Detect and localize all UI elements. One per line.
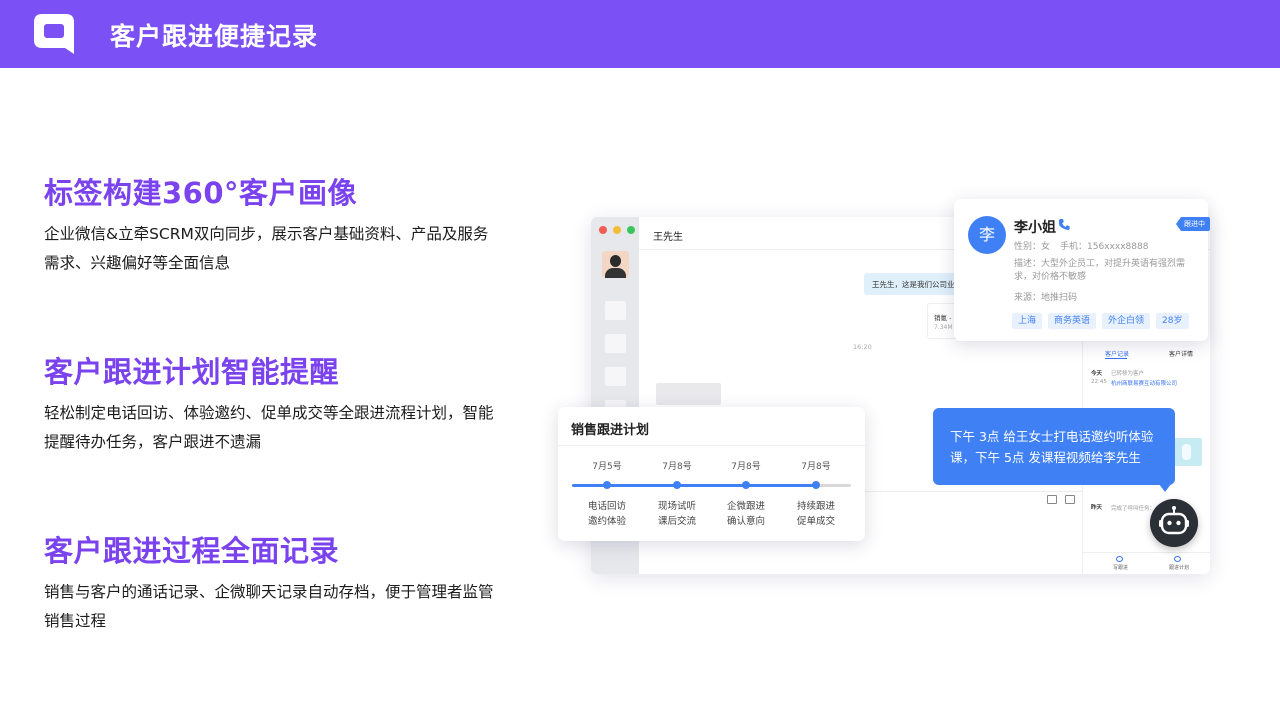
gender-label: 性别： — [1014, 242, 1042, 252]
customer-name: 李小姐 — [1014, 220, 1056, 236]
detail-panel-footer: 写跟进 跟进计划 — [1083, 552, 1210, 574]
feature-followup-reminder: 客户跟进计划智能提醒 轻松制定电话回访、体验邀约、促单成交等全跟进流程计划，智能… — [44, 349, 524, 457]
record-day-label: 今天 — [1091, 371, 1103, 377]
plan-step-text: 企微跟进 确认意向 — [726, 501, 765, 527]
chat-timestamp: 16:20 — [853, 343, 872, 351]
record-title: 完成了呼叫任务： — [1111, 506, 1156, 512]
feature-desc-line: 销售与客户的通话记录、企微聊天记录自动存档，便于管理者监管 — [44, 583, 494, 601]
tag-location[interactable]: 上海 — [1012, 313, 1043, 329]
window-maximize-button[interactable] — [627, 226, 635, 234]
file-card-size: 7.34M — [934, 324, 953, 331]
plan-step-text: 持续跟进 促单成交 — [796, 501, 835, 527]
customer-source: 来源：地推扫码 — [1014, 290, 1077, 303]
gender-value: 女 — [1041, 242, 1051, 252]
feature-desc: 销售与客户的通话记录、企微聊天记录自动存档，便于管理者监管 销售过程 — [44, 578, 524, 636]
tag-interest[interactable]: 商务英语 — [1048, 313, 1097, 329]
page-title: 客户跟进便捷记录 — [110, 22, 319, 51]
customer-description: 描述：大型外企员工，对提升英语有强烈需求，对价格不敏感 — [1014, 258, 1194, 284]
plan-step[interactable]: 7月8号 企微跟进 确认意向 — [716, 459, 776, 527]
smart-reminder-bubble[interactable]: 下午 3点 给王女士打电话邀约听体验 课，下午 5点 发课程视频给李先生 — [933, 408, 1175, 485]
customer-tags: 上海 商务英语 外企白领 28岁 — [1012, 308, 1195, 329]
tag-occupation[interactable]: 外企白领 — [1102, 313, 1151, 329]
plan-step-text: 现场试听 课后交流 — [657, 501, 696, 527]
app-logo-icon — [34, 14, 74, 54]
tag-age[interactable]: 28岁 — [1156, 313, 1189, 329]
plan-step[interactable]: 7月8号 持续跟进 促单成交 — [786, 459, 846, 527]
window-close-button[interactable] — [599, 226, 607, 234]
window-minimize-button[interactable] — [613, 226, 621, 234]
record-day: 昨天 — [1091, 503, 1102, 511]
feature-desc-line: 轻松制定电话回访、体验邀约、促单成交等全跟进流程计划，智能 — [44, 404, 494, 422]
plan-step-date: 7月8号 — [662, 462, 692, 472]
feature-desc: 轻松制定电话回访、体验邀约、促单成交等全跟进流程计划，智能 提醒待办任务，客户跟… — [44, 399, 524, 457]
record-company-link[interactable]: 杭州商联易赛互动有限公司 — [1111, 381, 1177, 387]
plan-step-date: 7月5号 — [592, 462, 622, 472]
source-label: 来源： — [1014, 293, 1042, 303]
tab-customer-records[interactable]: 客户记录 — [1105, 349, 1129, 358]
file-card-title: 销氪 - — [934, 314, 952, 322]
plan-title: 销售跟进计划 — [571, 423, 650, 438]
robot-assistant-icon[interactable] — [1150, 499, 1198, 547]
record-day: 今天 — [1091, 369, 1102, 377]
feature-desc-line: 需求、兴趣偏好等全面信息 — [44, 254, 231, 272]
feature-process-record: 客户跟进过程全面记录 销售与客户的通话记录、企微聊天记录自动存档，便于管理者监管… — [44, 528, 524, 636]
plan-step[interactable]: 7月5号 电话回访 邀约体验 — [577, 459, 637, 527]
feature-customer-profile: 标签构建360°客户画像 企业微信&立牵SCRM双向同步，展示客户基础资料、产品… — [44, 170, 524, 278]
customer-profile-card: 李 李小姐 跟进中 性别：女 手机：156xxxx8888 描述：大型外企员工，对… — [954, 199, 1210, 341]
sidebar-nav-item[interactable] — [605, 334, 626, 353]
chat-message-bubble[interactable] — [656, 383, 721, 405]
tab-customer-details[interactable]: 客户详情 — [1169, 349, 1193, 358]
video-icon[interactable] — [1047, 495, 1057, 504]
record-company: 杭州商联易赛互动有限公司 — [1111, 379, 1177, 387]
feature-title: 客户跟进计划智能提醒 — [44, 355, 340, 389]
phone-label: 手机： — [1060, 242, 1088, 252]
plan-step-dot — [812, 481, 820, 489]
write-followup-button[interactable]: 写跟进 — [1113, 564, 1128, 571]
feature-desc-line: 销售过程 — [44, 612, 107, 630]
feature-title: 标签构建360°客户画像 — [44, 176, 358, 210]
plan-step-text: 电话回访 邀约体验 — [587, 501, 626, 527]
plan-step[interactable]: 7月8号 现场试听 课后交流 — [647, 459, 707, 527]
avatar[interactable] — [602, 251, 629, 278]
active-tab-indicator — [1105, 358, 1127, 359]
chat-contact-name: 王先生 — [653, 232, 683, 243]
desc-label: 描述： — [1014, 259, 1042, 269]
record-item[interactable]: 22:45 — [1091, 379, 1107, 385]
record-time: 22:45 — [1091, 379, 1107, 385]
plan-icon[interactable] — [1174, 556, 1181, 562]
reminder-line: 下午 3点 给王女士打电话邀约听体验 — [950, 429, 1154, 444]
followup-plan-button[interactable]: 跟进计划 — [1169, 564, 1189, 571]
reminder-line: 课，下午 5点 发课程视频给李先生 — [950, 450, 1141, 465]
record-title: 已转移为客户 — [1111, 371, 1145, 377]
plan-step-dot — [673, 481, 681, 489]
plan-remaining-line — [817, 484, 851, 487]
record-day-label: 昨天 — [1091, 505, 1103, 511]
reminder-bubble-tail — [1159, 484, 1171, 492]
phone-value: 156xxxx8888 — [1087, 242, 1149, 252]
header-bar: 客户跟进便捷记录 — [0, 0, 1280, 68]
plan-step-date: 7月8号 — [731, 462, 761, 472]
plan-step-dot — [742, 481, 750, 489]
avatar: 李 — [968, 216, 1006, 254]
customer-basic-info: 性别：女 手机：156xxxx8888 — [1014, 239, 1148, 252]
edit-icon[interactable] — [1116, 556, 1123, 562]
feature-desc: 企业微信&立牵SCRM双向同步，展示客户基础资料、产品及服务 需求、兴趣偏好等全… — [44, 220, 524, 278]
feature-desc-line: 企业微信&立牵SCRM双向同步，展示客户基础资料、产品及服务 — [44, 225, 489, 243]
plan-step-dot — [603, 481, 611, 489]
phone-icon[interactable] — [1058, 218, 1070, 231]
sidebar-nav-item[interactable] — [605, 367, 626, 386]
keyboard-icon[interactable] — [1065, 495, 1075, 504]
sales-followup-plan-card: 销售跟进计划 7月5号 电话回访 邀约体验 7月8号 现场试听 课后交流 7月8号 … — [558, 407, 865, 541]
plan-step-date: 7月8号 — [801, 462, 831, 472]
status-badge: 跟进中 — [1176, 217, 1210, 231]
feature-desc-line: 提醒待办任务，客户跟进不遗漏 — [44, 433, 262, 451]
sidebar-nav-item[interactable] — [605, 301, 626, 320]
divider — [558, 445, 865, 446]
feature-title: 客户跟进过程全面记录 — [44, 534, 340, 568]
source-value: 地推扫码 — [1041, 293, 1078, 303]
